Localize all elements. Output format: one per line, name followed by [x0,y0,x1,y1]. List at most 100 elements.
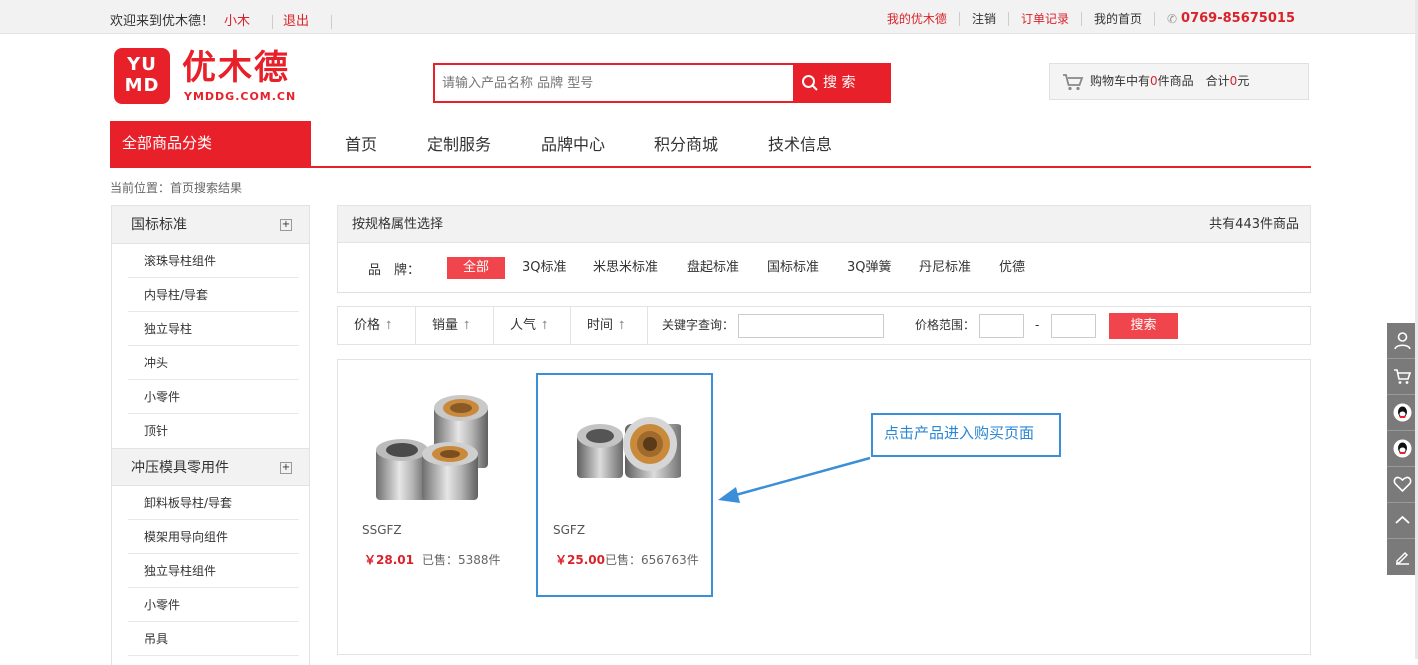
breadcrumb: 当前位置：首页搜索结果 [110,181,243,195]
all-categories-button[interactable]: 全部商品分类 [110,121,311,166]
sort-price-label: 价格 [354,318,381,333]
cart-suffix: 元 [1237,74,1250,88]
divider [272,14,274,29]
main-nav: 全部商品分类 首页 定制服务 品牌中心 积分商城 技术信息 [110,121,1311,168]
sidebar-item[interactable]: 顶针 [128,414,299,448]
expand-icon[interactable]: + [280,219,292,231]
filter-search-button[interactable]: 搜索 [1109,313,1178,339]
price-max-input[interactable] [1051,314,1096,338]
sidebar-item[interactable]: 小零件 [128,588,299,622]
logo-badge-line1: YU [127,54,157,75]
brand-option[interactable]: 盘起标准 [687,257,739,279]
brand-option[interactable]: 国标标准 [767,257,819,279]
nav-item-brands[interactable]: 品牌中心 [541,121,605,169]
brand-option[interactable]: 3Q弹簧 [847,257,892,279]
sidebar-item[interactable]: 滚珠导柱组件 [128,244,299,278]
expand-icon[interactable]: + [280,462,292,474]
search-button-label: 搜 索 [823,75,856,91]
sort-sales-label: 销量 [432,318,459,333]
my-account-link[interactable]: 我的优木德 [887,12,947,26]
sidebar-item[interactable]: 卸料板导柱/导套 [128,486,299,520]
user-icon[interactable] [1387,323,1418,359]
product-image[interactable] [350,386,490,506]
sort-price-button[interactable]: 价格 ⭡ [338,307,416,344]
phone-number: 0769-85675015 [1181,11,1295,26]
sidebar-item[interactable]: 小零件 [128,380,299,414]
brand-option[interactable]: 3Q标准 [522,257,567,279]
back-to-top-icon[interactable] [1387,503,1418,539]
sidebar-item[interactable]: 模架用导向组件 [128,520,299,554]
phone-icon: ✆ [1166,11,1178,26]
logout-link[interactable]: 退出 [283,14,309,29]
sort-arrow-icon: ⭡ [542,318,548,332]
product-sold: 已售：5388件 [422,553,501,567]
search-icon [802,75,818,91]
spec-filter-header: 按规格属性选择 共有443件商品 [338,206,1310,243]
my-home-link[interactable]: 我的首页 [1094,12,1142,26]
cart-icon[interactable] [1387,359,1418,395]
cart-count: 0 [1150,74,1158,88]
favorite-icon[interactable] [1387,467,1418,503]
sidebar-item[interactable]: 独立导柱组件 [128,554,299,588]
sort-arrow-icon: ⭡ [619,318,625,332]
top-bar: 欢迎来到优木德！ 小木 退出 我的优木德 注销 订单记录 我的首页 ✆ 0769-856750… [0,0,1418,34]
sidebar-item[interactable]: 冲头 [128,346,299,380]
divider [1080,11,1082,26]
cart-prefix: 购物车中有 [1090,74,1151,88]
nav-item-home[interactable]: 首页 [345,121,377,169]
sidebar-group-title: 国标标准 [131,217,187,233]
brand-option[interactable]: 丹尼标准 [919,257,971,279]
divider [1007,11,1009,26]
search-box: 搜 索 [433,63,891,103]
sort-popularity-button[interactable]: 人气 ⭡ [494,307,571,344]
cancel-link[interactable]: 注销 [972,12,996,26]
spec-filter-title: 按规格属性选择 [352,217,444,232]
price-range-label: 价格范围： [915,318,976,332]
product-code[interactable]: SSGFZ [362,523,402,537]
price-min-input[interactable] [979,314,1024,338]
divider [331,14,333,29]
sidebar-item[interactable]: 吊具 [128,622,299,656]
logo-badge[interactable]: YU MD [114,48,170,104]
username-link[interactable]: 小木 [224,14,250,29]
logo-url: YMDDG.COM.CN [184,90,297,103]
search-input[interactable] [435,65,793,101]
cart-icon [1063,74,1084,91]
sidebar-group-header[interactable]: 冲压模具零用件 + [112,448,309,486]
keyword-label: 关键字查询： [662,318,735,332]
product-card[interactable]: SSGFZ ￥28.01 已售：5388件 [338,360,508,590]
product-highlight-frame [536,373,713,597]
sidebar-item[interactable]: 内导柱/导套 [128,278,299,312]
sidebar-item[interactable]: 独立导柱 [128,312,299,346]
edit-icon[interactable] [1387,539,1418,575]
sort-arrow-icon: ⭡ [386,318,392,332]
sort-popularity-label: 人气 [510,318,537,333]
divider [337,292,1311,293]
category-sidebar: 国标标准 + 滚珠导柱组件 内导柱/导套 独立导柱 冲头 小零件 顶针 冲压模具零… [111,205,310,665]
product-price: ￥28.01 [364,553,414,567]
nav-item-points[interactable]: 积分商城 [654,121,718,169]
sort-bar: 价格 ⭡ 销量 ⭡ 人气 ⭡ 时间 ⭡ 关键字查询： 价格范围： - 搜索 [337,306,1311,345]
search-button[interactable]: 搜 索 [793,65,889,101]
callout-note: 点击产品进入购买页面 [871,413,1061,457]
divider [958,11,960,26]
orders-link[interactable]: 订单记录 [1021,12,1069,26]
cart-summary[interactable]: 购物车中有0件商品 合计0元 [1049,63,1309,100]
sort-time-button[interactable]: 时间 ⭡ [571,307,648,344]
sort-arrow-icon: ⭡ [464,318,470,332]
sort-sales-button[interactable]: 销量 ⭡ [416,307,494,344]
keyword-input[interactable] [738,314,884,338]
brand-option-all[interactable]: 全部 [447,257,506,279]
nav-item-tech[interactable]: 技术信息 [768,121,832,169]
brand-option[interactable]: 米思米标准 [593,257,658,279]
brand-label: 品 牌： [368,263,421,278]
sidebar-group-header[interactable]: 国标标准 + [112,206,309,244]
logo-badge-line2: MD [124,75,160,96]
brand-option[interactable]: 优德 [999,257,1025,279]
logo-name[interactable]: 优木德 [182,50,290,86]
welcome-text: 欢迎来到优木德！ [110,14,215,29]
divider [1153,11,1155,26]
qq-icon[interactable] [1387,395,1418,431]
qq-icon[interactable] [1387,431,1418,467]
nav-item-custom[interactable]: 定制服务 [427,121,491,169]
